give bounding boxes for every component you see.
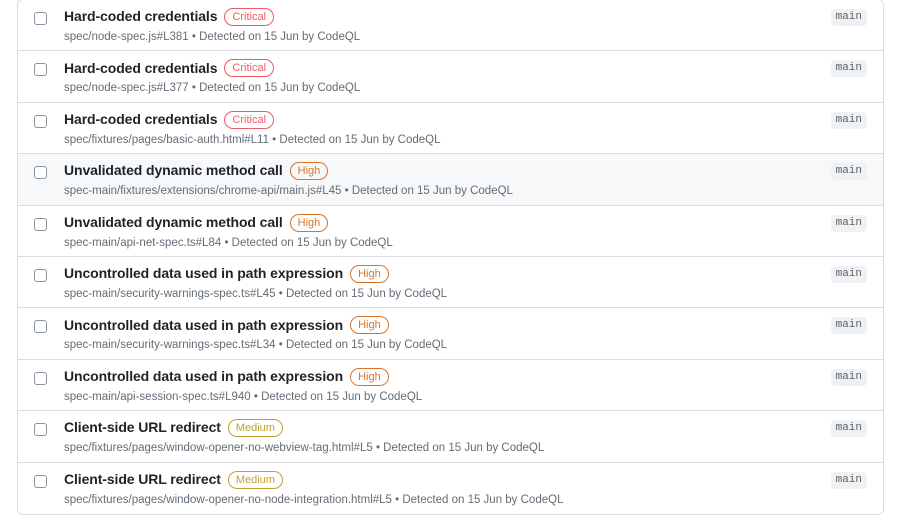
alert-title-line: Hard-coded credentials Critical xyxy=(64,110,831,129)
severity-badge: Critical xyxy=(224,110,275,129)
branch-badge[interactable]: main xyxy=(830,9,867,26)
alert-body: Hard-coded credentials Critical spec/fixtu… xyxy=(47,110,831,148)
severity-badge: High xyxy=(350,367,389,386)
alert-title-link[interactable]: Client-side URL redirect xyxy=(64,419,221,437)
alert-title-link[interactable]: Unvalidated dynamic method call xyxy=(64,214,283,232)
severity-badge: High xyxy=(289,213,329,232)
alert-body: Uncontrolled data used in path expressio… xyxy=(47,316,831,353)
branch-badge[interactable]: main xyxy=(830,163,867,181)
alert-title-link[interactable]: Uncontrolled data used in path expressio… xyxy=(64,265,343,283)
alert-body: Hard-coded credentials Critical spec/node-… xyxy=(47,59,831,96)
alert-title-link[interactable]: Client-side URL redirect xyxy=(64,471,221,489)
alert-meta-text: spec-main/api-session-spec.ts#L940 • Det… xyxy=(64,390,423,403)
alert-row[interactable]: Unvalidated dynamic method call High spec-… xyxy=(18,154,883,206)
alert-select-checkbox[interactable] xyxy=(34,371,47,385)
alert-select-checkbox[interactable] xyxy=(34,268,47,282)
alert-select-checkbox[interactable] xyxy=(34,12,47,25)
severity-badge: Critical xyxy=(224,59,275,78)
severity-badge: High xyxy=(350,264,389,283)
alert-title-line: Hard-coded credentials Critical xyxy=(64,8,831,26)
alert-select-checkbox[interactable] xyxy=(34,423,47,437)
alert-title-link[interactable]: Hard-coded credentials xyxy=(64,60,218,78)
alert-body: Hard-coded credentials Critical spec/node-… xyxy=(47,8,831,45)
alert-body: Uncontrolled data used in path expressio… xyxy=(47,367,831,405)
branch-badge[interactable]: main xyxy=(830,265,867,283)
alert-meta-text: spec/node-spec.js#L377 • Detected on 15 … xyxy=(64,82,361,95)
alert-title-link[interactable]: Uncontrolled data used in path expressio… xyxy=(64,317,343,335)
alert-title-link[interactable]: Uncontrolled data used in path expressio… xyxy=(64,368,343,386)
alert-body: Client-side URL redirect Medium spec/fixtu… xyxy=(47,419,831,456)
alert-title-line: Uncontrolled data used in path expressio… xyxy=(64,316,831,335)
alert-row[interactable]: Client-side URL redirect Medium spec/fixtu… xyxy=(18,462,883,514)
alert-title-link[interactable]: Hard-coded credentials xyxy=(64,111,218,129)
alert-select-checkbox[interactable] xyxy=(34,474,47,488)
branch-badge[interactable]: main xyxy=(830,471,867,489)
alert-meta-text: spec-main/security-warnings-spec.ts#L34 … xyxy=(64,339,448,352)
alert-title-link[interactable]: Unvalidated dynamic method call xyxy=(64,162,283,180)
alert-select-checkbox[interactable] xyxy=(34,63,47,77)
alert-meta-text: spec/node-spec.js#L381 • Detected on 15 … xyxy=(64,31,361,43)
branch-badge[interactable]: main xyxy=(830,60,867,78)
alert-meta-text: spec/fixtures/pages/window-opener-no-nod… xyxy=(64,493,564,506)
severity-badge: High xyxy=(289,162,329,181)
alert-select-checkbox[interactable] xyxy=(34,166,47,180)
alert-row[interactable]: Uncontrolled data used in path expressio… xyxy=(18,308,883,360)
code-scanning-alerts-list: Hard-coded credentials Critical spec/node-… xyxy=(17,0,884,515)
branch-badge[interactable]: main xyxy=(830,111,867,129)
branch-badge[interactable]: main xyxy=(830,420,867,438)
alert-body: Unvalidated dynamic method call High spec-… xyxy=(47,162,831,199)
alert-title-line: Hard-coded credentials Critical xyxy=(64,59,831,78)
alert-row[interactable]: Hard-coded credentials Critical spec/node-… xyxy=(18,0,883,52)
severity-badge: High xyxy=(350,316,389,335)
alert-meta-text: spec/fixtures/pages/basic-auth.html#L11 … xyxy=(64,133,441,146)
alert-row[interactable]: Uncontrolled data used in path expressio… xyxy=(18,256,883,309)
alert-body: Unvalidated dynamic method call High spec-… xyxy=(47,213,831,251)
severity-badge: Medium xyxy=(227,419,283,438)
alert-row[interactable]: Uncontrolled data used in path expressio… xyxy=(18,359,883,412)
alert-body: Client-side URL redirect Medium spec/fixtu… xyxy=(47,470,831,508)
alert-meta-text: spec-main/fixtures/extensions/chrome-api… xyxy=(64,185,513,198)
branch-badge[interactable]: main xyxy=(830,317,867,335)
alert-title-line: Client-side URL redirect Medium xyxy=(64,419,831,438)
alert-row[interactable]: Client-side URL redirect Medium spec/fixtu… xyxy=(18,411,883,463)
branch-badge[interactable]: main xyxy=(830,368,867,386)
alert-title-link[interactable]: Hard-coded credentials xyxy=(64,8,218,26)
alert-meta-text: spec-main/api-net-spec.ts#L84 • Detected… xyxy=(64,236,393,249)
alert-row[interactable]: Hard-coded credentials Critical spec/node-… xyxy=(18,51,883,103)
alert-title-line: Client-side URL redirect Medium xyxy=(64,470,831,489)
alert-title-line: Uncontrolled data used in path expressio… xyxy=(64,264,831,283)
severity-badge: Critical xyxy=(224,8,275,26)
severity-badge: Medium xyxy=(227,470,283,489)
alert-title-line: Unvalidated dynamic method call High xyxy=(64,162,831,181)
alert-title-line: Uncontrolled data used in path expressio… xyxy=(64,367,831,386)
alert-select-checkbox[interactable] xyxy=(34,217,47,231)
branch-badge[interactable]: main xyxy=(830,214,867,232)
alert-select-checkbox[interactable] xyxy=(34,320,47,334)
alert-meta-text: spec/fixtures/pages/window-opener-no-web… xyxy=(64,442,545,455)
alert-select-checkbox[interactable] xyxy=(34,114,47,128)
alert-row[interactable]: Hard-coded credentials Critical spec/fixtu… xyxy=(18,102,883,155)
alert-title-line: Unvalidated dynamic method call High xyxy=(64,213,831,232)
alert-body: Uncontrolled data used in path expressio… xyxy=(47,264,831,302)
alert-meta-text: spec-main/security-warnings-spec.ts#L45 … xyxy=(64,287,448,300)
alert-row[interactable]: Unvalidated dynamic method call High spec-… xyxy=(18,205,883,257)
